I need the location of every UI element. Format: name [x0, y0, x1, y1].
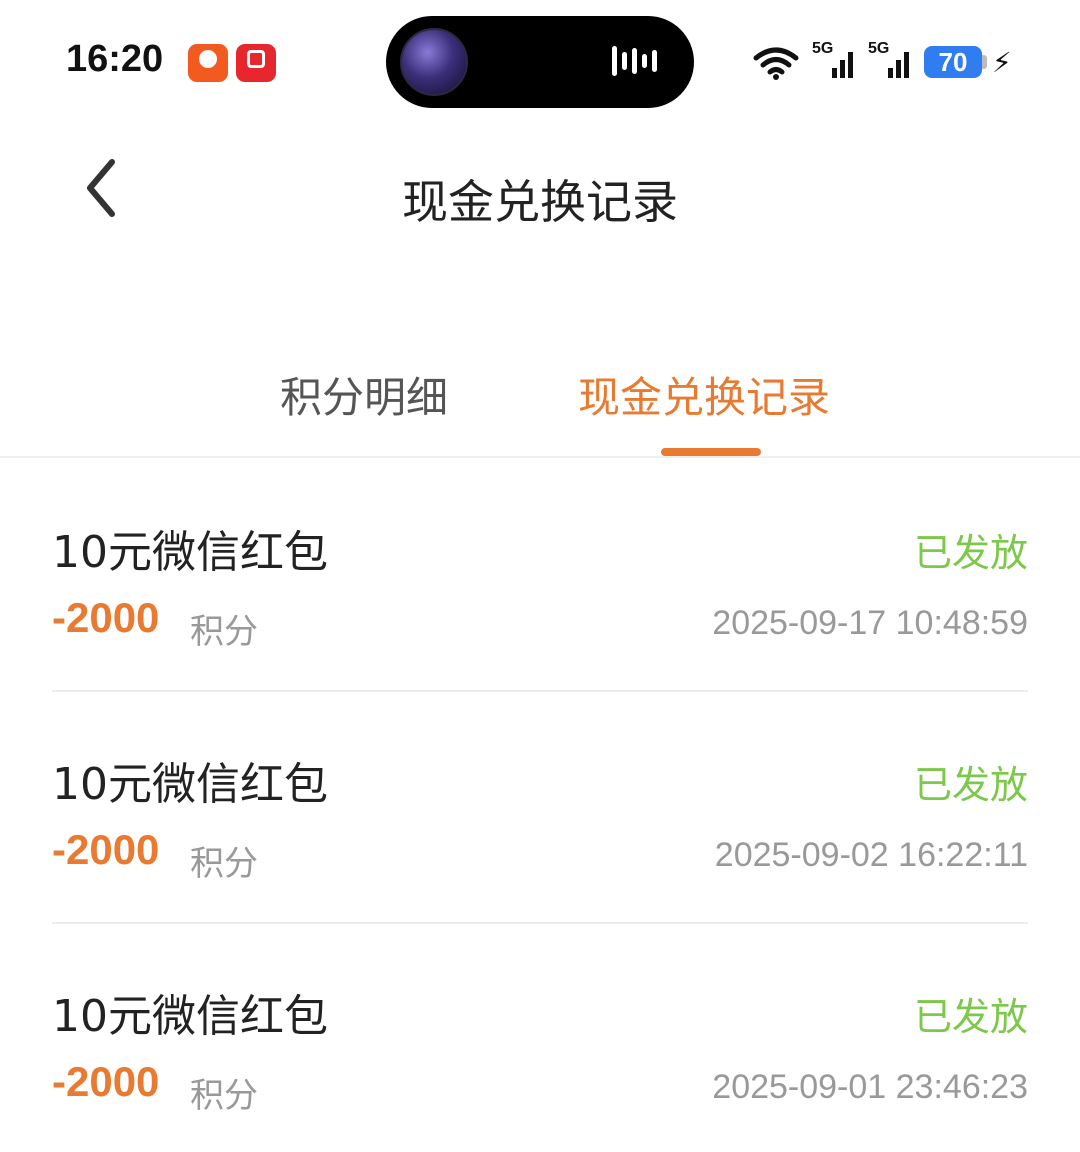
wifi-icon: [753, 47, 799, 80]
tab-cash-exchange-records[interactable]: 现金兑换记录: [578, 364, 830, 425]
status-time: 16:20: [66, 38, 164, 80]
status-bar: 16:20 5G 5G 70 ⚡: [0, 0, 1080, 120]
page-title: 现金兑换记录: [402, 175, 678, 229]
network-type-label: 5G: [812, 40, 834, 57]
status-badge: 已发放: [913, 763, 1028, 807]
battery-indicator: 70: [924, 46, 982, 78]
screen: 16:20 5G 5G 70 ⚡ 现金兑换记录 积分明细 现金兑换记录 10元微…: [0, 0, 1080, 1152]
network-type-label: 5G: [868, 40, 890, 57]
record-title: 10元微信红包: [52, 527, 328, 578]
video-app-notification-icon: [236, 44, 276, 82]
points-amount: -2000: [52, 1058, 160, 1105]
active-tab-indicator: [661, 448, 761, 456]
points-unit: 积分: [190, 844, 258, 884]
record-title: 10元微信红包: [52, 759, 328, 810]
charging-bolt-icon: ⚡: [992, 46, 1012, 79]
record-timestamp: 2025-09-17 10:48:59: [712, 604, 1028, 642]
list-item[interactable]: 10元微信红包 已发放 -2000 积分 2025-09-02 16:22:11: [52, 692, 1028, 924]
battery-cap: [982, 55, 987, 69]
status-badge: 已发放: [913, 995, 1028, 1039]
points-amount: -2000: [52, 594, 160, 641]
dynamic-island[interactable]: [386, 16, 694, 108]
list-item[interactable]: 10元微信红包 已发放 -2000 积分 2025-09-01 23:46:23: [52, 924, 1028, 1152]
cellular-signal-icon: 5G: [812, 40, 858, 78]
tab-points-detail[interactable]: 积分明细: [280, 364, 448, 425]
record-timestamp: 2025-09-01 23:46:23: [712, 1068, 1028, 1106]
points-amount: -2000: [52, 826, 160, 873]
tab-bar: 积分明细 现金兑换记录: [0, 350, 1080, 458]
points-unit: 积分: [190, 612, 258, 652]
status-badge: 已发放: [913, 531, 1028, 575]
app-notification-icon: [188, 44, 228, 82]
list-item[interactable]: 10元微信红包 已发放 -2000 积分 2025-09-17 10:48:59: [52, 460, 1028, 692]
record-timestamp: 2025-09-02 16:22:11: [714, 836, 1028, 874]
points-unit: 积分: [190, 1076, 258, 1116]
record-title: 10元微信红包: [52, 991, 328, 1042]
cellular-signal-icon: 5G: [868, 40, 914, 78]
nav-header: 现金兑换记录: [0, 130, 1080, 250]
media-artwork-icon: [400, 28, 468, 96]
record-list: 10元微信红包 已发放 -2000 积分 2025-09-17 10:48:59…: [0, 460, 1080, 1152]
